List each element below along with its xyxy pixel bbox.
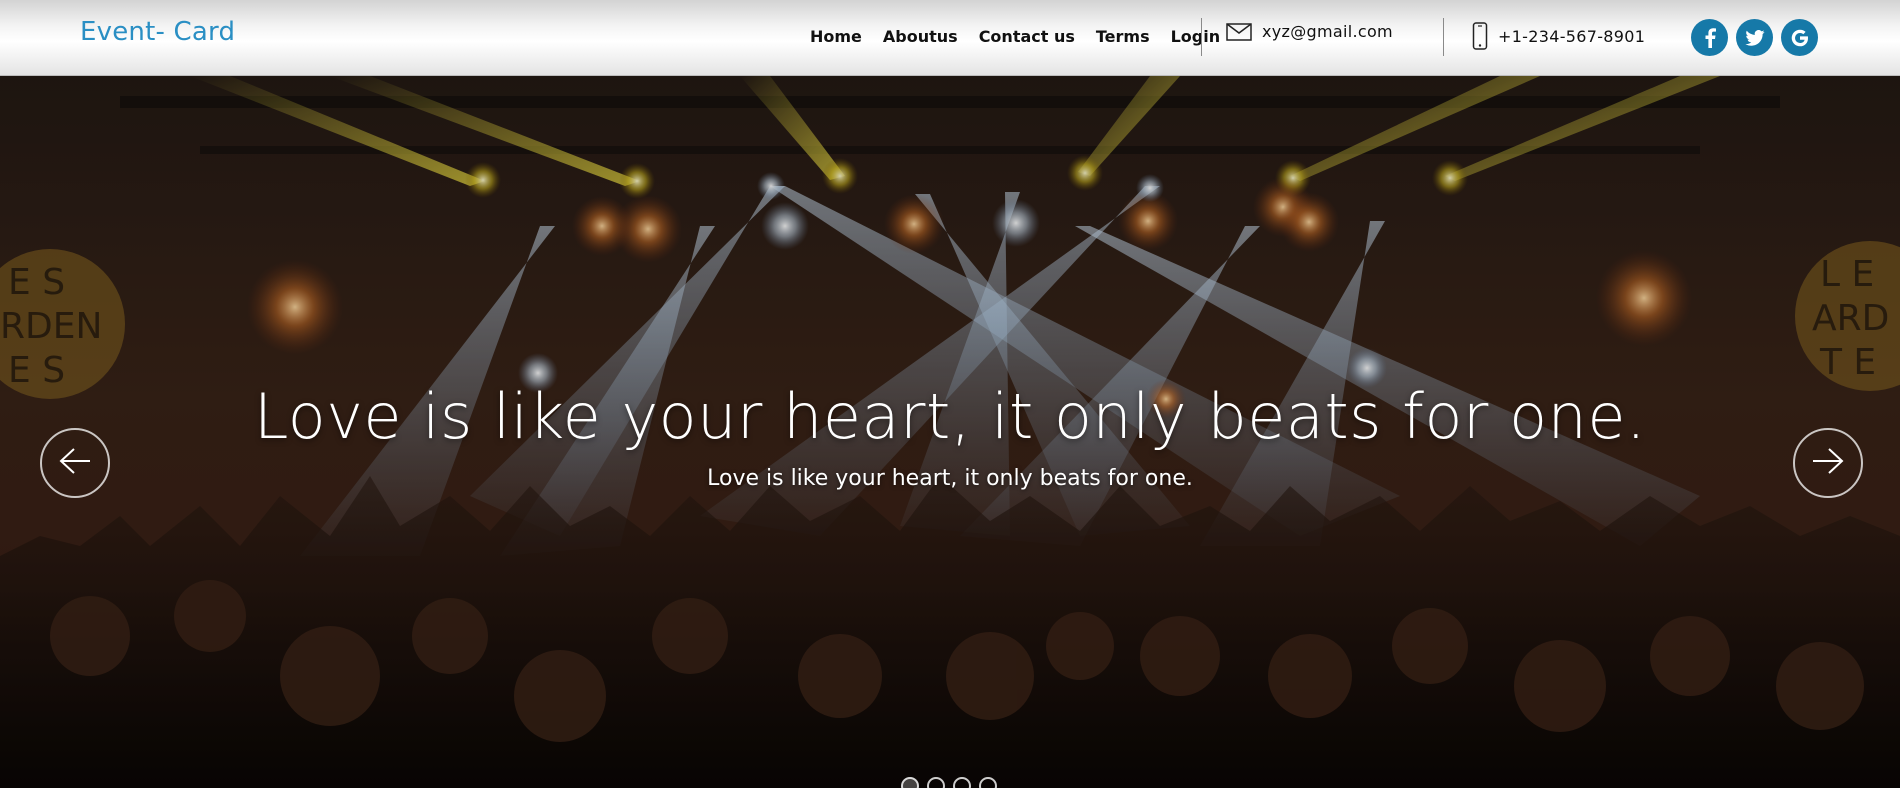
carousel-indicators [901,777,997,788]
nav-contact-us[interactable]: Contact us [979,27,1075,46]
arrow-right-icon [1811,447,1845,480]
carousel-indicator-4[interactable] [979,777,997,788]
page: Event- Card Home Aboutus Contact us Term… [0,0,1900,788]
main-nav: Home Aboutus Contact us Terms Login [810,27,1241,46]
arrow-left-icon [58,447,92,480]
email-contact[interactable]: xyz@gmail.com [1226,22,1393,41]
carousel-indicator-3[interactable] [953,777,971,788]
facebook-icon[interactable] [1691,19,1728,56]
site-logo[interactable]: Event- Card [80,17,235,47]
site-header: Event- Card Home Aboutus Contact us Term… [0,0,1900,76]
carousel-indicator-1[interactable] [901,777,919,788]
hero-title: Love is like your heart, it only beats f… [253,380,1647,453]
hero-carousel: E S RDEN E S L E ARD T E Love is like yo… [0,76,1900,788]
carousel-next-button[interactable] [1793,428,1863,498]
twitter-icon[interactable] [1736,19,1773,56]
header-divider [1443,18,1444,56]
phone-text: +1-234-567-8901 [1498,26,1646,46]
email-text: xyz@gmail.com [1262,22,1393,41]
social-links [1691,19,1818,56]
carousel-prev-button[interactable] [40,428,110,498]
mobile-phone-icon [1472,22,1488,50]
header-divider [1201,18,1202,56]
nav-aboutus[interactable]: Aboutus [883,27,958,46]
envelope-icon [1226,22,1252,41]
nav-home[interactable]: Home [810,27,862,46]
nav-terms[interactable]: Terms [1096,27,1150,46]
nav-login[interactable]: Login [1171,27,1221,46]
google-icon[interactable] [1781,19,1818,56]
hero-subtitle: Love is like your heart, it only beats f… [707,466,1193,491]
carousel-indicator-2[interactable] [927,777,945,788]
phone-contact[interactable]: +1-234-567-8901 [1472,22,1645,50]
